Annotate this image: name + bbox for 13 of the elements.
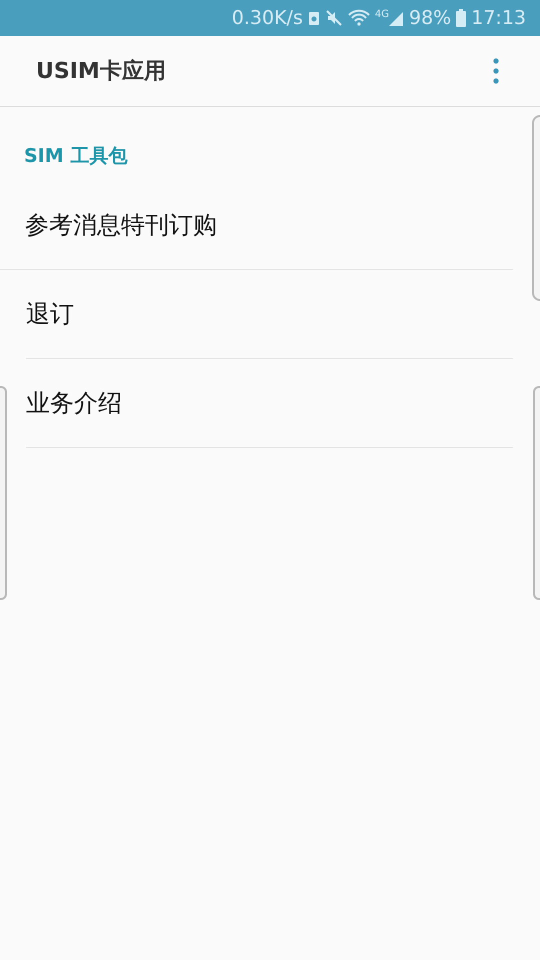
mute-icon [324, 9, 343, 27]
battery-icon [456, 9, 466, 27]
wifi-icon [348, 9, 370, 27]
battery-level: 98% [409, 7, 452, 29]
section-header: SIM 工具包 [24, 144, 128, 169]
menu-item[interactable]: 退订 [26, 270, 513, 359]
app-title: USIM卡应用 [36, 58, 166, 86]
more-options-icon[interactable] [492, 58, 500, 84]
menu-item[interactable]: 参考消息特刊订购 [0, 181, 513, 270]
clock: 17:13 [471, 7, 526, 29]
network-type: 4G [374, 8, 389, 20]
network-speed: 0.30K/s [232, 7, 303, 29]
menu-item[interactable]: 业务介绍 [26, 359, 513, 448]
